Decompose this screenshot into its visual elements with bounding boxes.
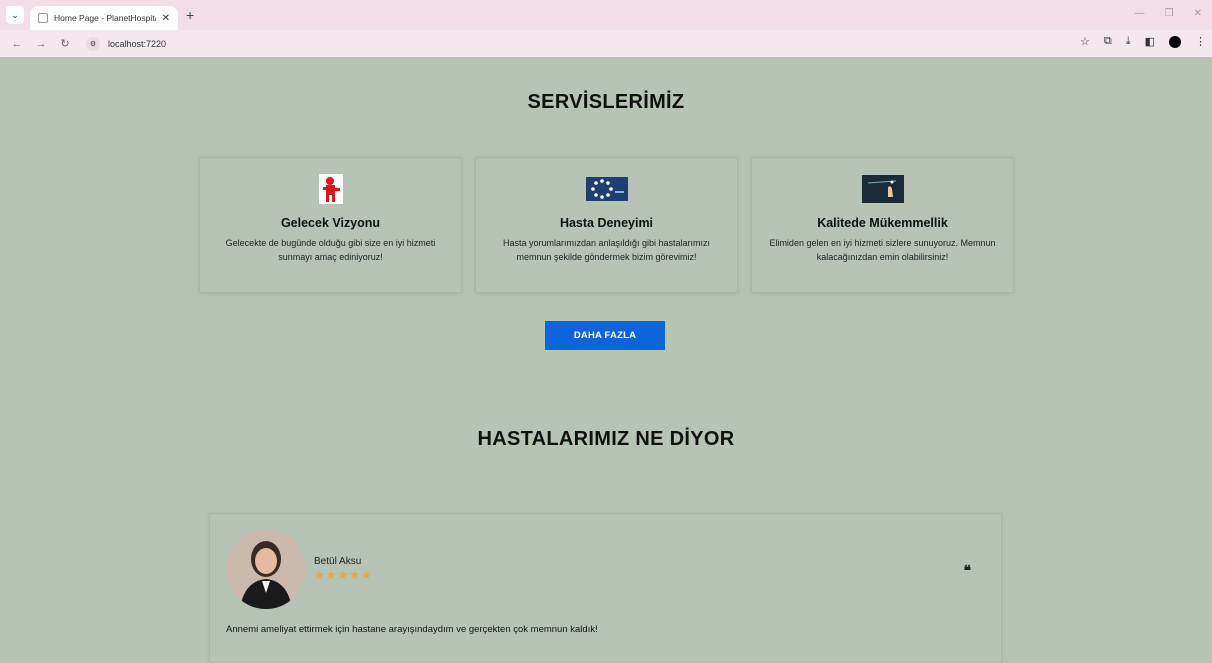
testimonials-title: HASTALARIMIZ NE DİYOR bbox=[477, 428, 735, 450]
restore-icon[interactable]: ❐ bbox=[1165, 8, 1174, 19]
rating-stars-icon: ★★★★★ bbox=[314, 568, 373, 582]
avatar bbox=[226, 529, 306, 609]
card-description: Elimiden gelen en iyi hizmeti sizlere su… bbox=[769, 238, 996, 262]
browser-tab[interactable]: Home Page - PlanetHospital ✕ bbox=[30, 6, 178, 30]
services-cards: Gelecek Vizyonu Gelecekte de bugünde old… bbox=[199, 157, 1014, 293]
forward-icon[interactable]: → bbox=[34, 38, 48, 50]
new-tab-button[interactable]: + bbox=[186, 7, 194, 23]
profile-avatar-icon[interactable] bbox=[1169, 35, 1181, 48]
window-controls: — ❐ ✕ bbox=[1135, 8, 1202, 19]
review-text: Annemi ameliyat ettirmek için hastane ar… bbox=[226, 624, 598, 635]
reviewer-name: Betül Aksu bbox=[314, 556, 362, 567]
hand-sparkle-icon bbox=[752, 174, 1013, 204]
red-figure-icon bbox=[200, 174, 461, 204]
back-icon[interactable]: ← bbox=[10, 38, 24, 50]
card-title: Gelecek Vizyonu bbox=[280, 216, 381, 230]
reload-icon[interactable]: ↻ bbox=[58, 37, 72, 50]
card-title: Hasta Deneyimi bbox=[559, 216, 654, 230]
site-info-icon[interactable]: ⚙ bbox=[86, 36, 100, 51]
bookmark-star-icon[interactable]: ☆ bbox=[1080, 35, 1090, 48]
card-title: Kalitede Mükemmellik bbox=[817, 216, 948, 230]
page-content: SERVİSLERİMİZ Gelecek Vizyonu Gelecekte … bbox=[0, 57, 1212, 663]
extensions-icon[interactable]: ⧉ bbox=[1104, 35, 1112, 48]
circle-dots-icon bbox=[476, 174, 737, 204]
minimize-icon[interactable]: — bbox=[1135, 8, 1145, 19]
quote-icon: ❝ bbox=[963, 562, 971, 578]
browser-tab-bar: ⌄ Home Page - PlanetHospital ✕ + — ❐ ✕ bbox=[0, 0, 1212, 30]
service-card: Kalitede Mükemmellik Elimiden gelen en i… bbox=[751, 157, 1014, 293]
download-icon[interactable]: ⤓ bbox=[1126, 35, 1131, 48]
testimonial-card: Betül Aksu ★★★★★ ❝ Annemi ameliyat ettir… bbox=[209, 513, 1002, 663]
service-card: Gelecek Vizyonu Gelecekte de bugünde old… bbox=[199, 157, 462, 293]
menu-kebab-icon[interactable]: ⋮ bbox=[1195, 35, 1206, 48]
services-title: SERVİSLERİMİZ bbox=[527, 91, 685, 113]
card-description: Gelecekte de bugünde olduğu gibi size en… bbox=[225, 238, 436, 262]
toolbar-icons: ☆ ⧉ ⤓ ◧ ⋮ bbox=[1080, 35, 1206, 48]
tab-title: Home Page - PlanetHospital bbox=[54, 13, 156, 23]
address-bar: ← → ↻ ⚙ localhost:7220 bbox=[0, 30, 1212, 57]
url-input[interactable]: ⚙ localhost:7220 bbox=[86, 34, 1126, 54]
more-button[interactable]: DAHA FAZLA bbox=[545, 321, 665, 350]
page-favicon-icon bbox=[38, 13, 48, 23]
service-card: Hasta Deneyimi Hasta yorumlarımızdan anl… bbox=[475, 157, 738, 293]
card-description: Hasta yorumlarımızdan anlaşıldığı gibi h… bbox=[502, 238, 711, 262]
url-text: localhost:7220 bbox=[108, 38, 167, 49]
tab-search-icon[interactable]: ⌄ bbox=[6, 6, 24, 24]
close-window-icon[interactable]: ✕ bbox=[1194, 8, 1202, 19]
tab-close-icon[interactable]: ✕ bbox=[162, 13, 170, 24]
sidepanel-icon[interactable]: ◧ bbox=[1145, 35, 1155, 48]
